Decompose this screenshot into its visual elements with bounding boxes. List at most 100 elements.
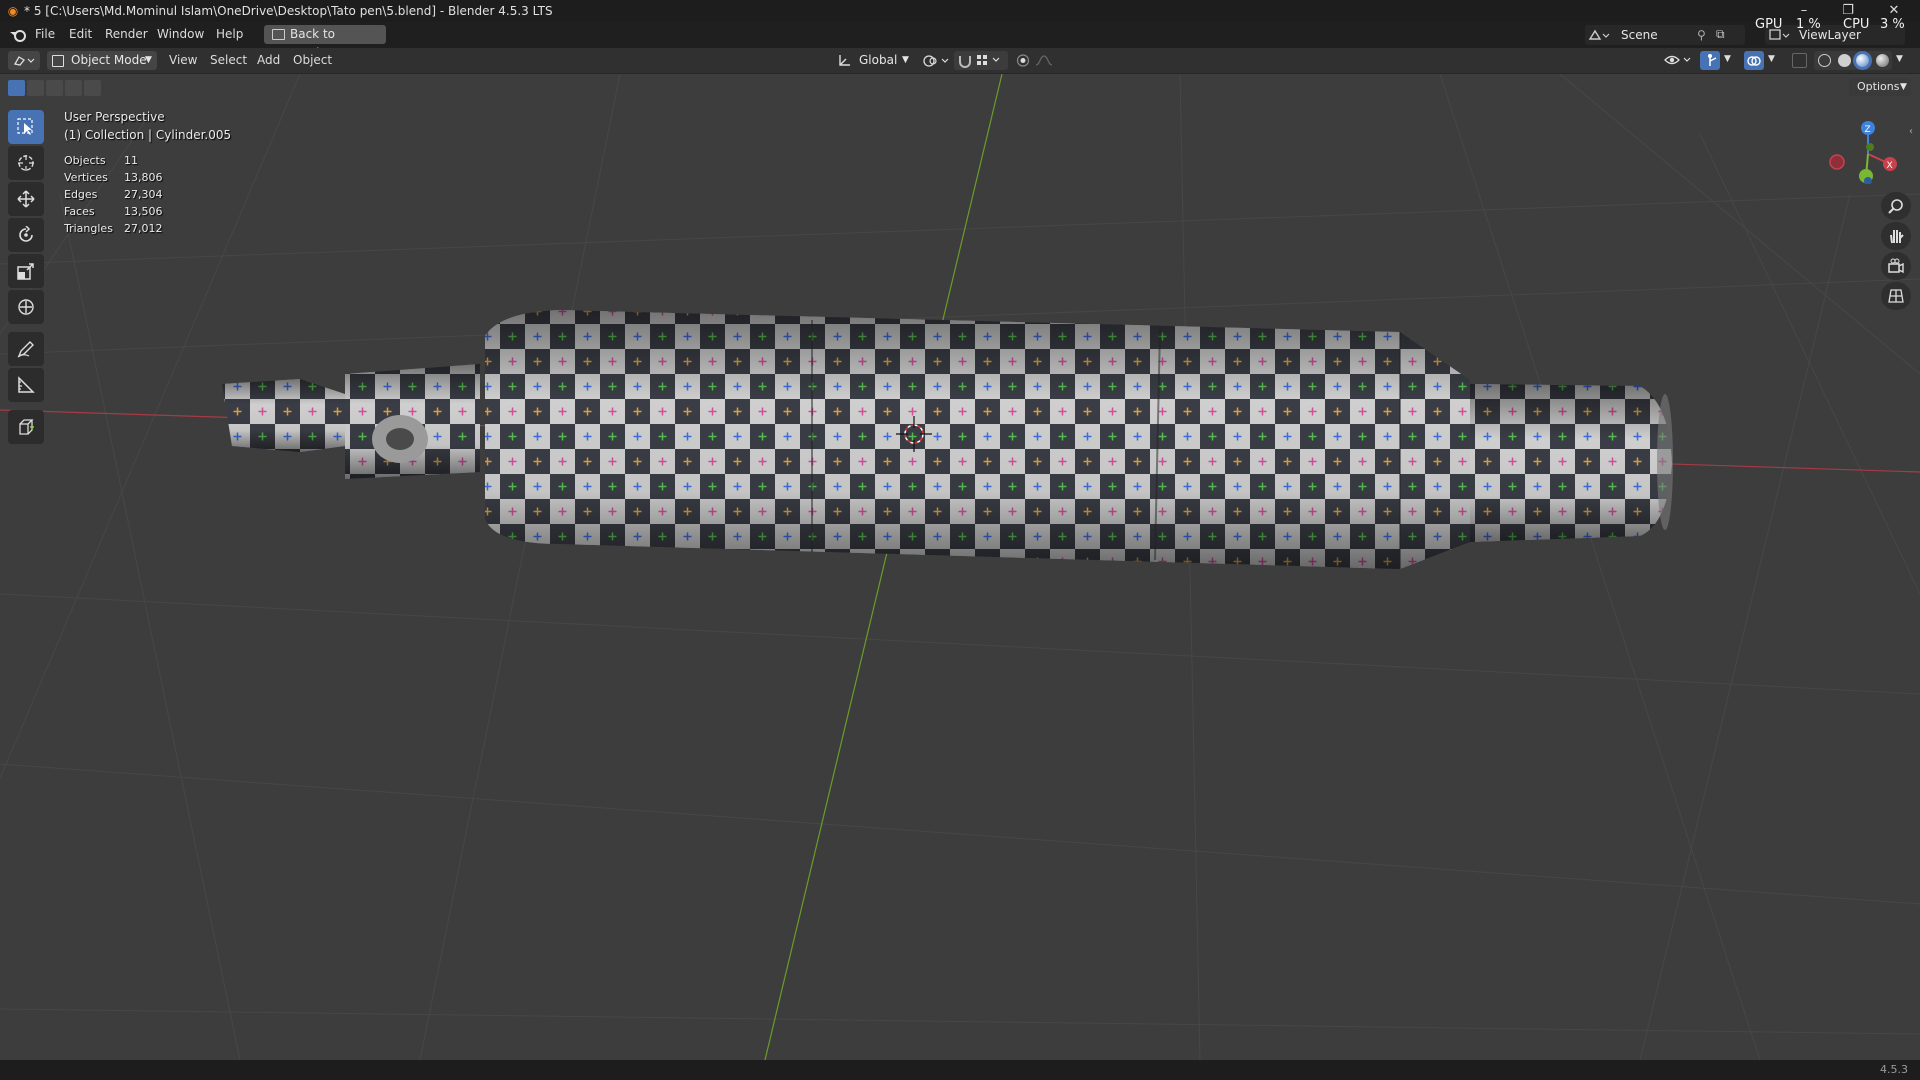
xray-toggle-icon[interactable] [1792,53,1807,68]
chevron-down-icon: ▼ [145,55,152,65]
snapping-group [954,51,1008,70]
scale-icon [17,263,34,280]
chevron-down-icon[interactable]: ▼ [1896,54,1903,64]
stat-row: Faces 13,506 [64,205,163,218]
menu-window[interactable]: Window [157,27,204,41]
3d-viewport-icon [13,56,35,66]
rotate-tool[interactable] [8,218,44,252]
menu-help[interactable]: Help [216,27,243,41]
title-bar: ◉ * 5 [C:\Users\Md.Mominul Islam\OneDriv… [0,0,1920,22]
overlays-toggle-button[interactable] [1744,51,1764,70]
version-label: 4.5.3 [1880,1063,1908,1076]
scene-selector[interactable]: Scene ⚲ ⧉ [1585,25,1745,45]
select-subtract-icon[interactable] [46,80,63,96]
blender-logo-icon[interactable] [9,27,27,43]
measure-tool[interactable] [8,368,44,402]
gizmo-neg-x-axis [1829,154,1845,170]
select-extend-icon[interactable] [27,80,44,96]
perspective-toggle-button[interactable] [1881,282,1911,310]
add-cube-tool[interactable] [8,410,44,444]
y-axis-line [764,74,1003,1060]
gizmo-neg-y-axis [1866,143,1874,151]
menu-file[interactable]: File [35,27,55,41]
pen-tip-mesh [222,364,480,479]
menu-select[interactable]: Select [210,53,247,67]
annotate-tool[interactable] [8,332,44,366]
object-mode-icon [52,55,64,67]
floor-grid [0,74,1920,1060]
cursor-icon [18,155,34,171]
view-perspective-label: User Perspective [64,110,165,124]
solid-shading-icon[interactable] [1838,54,1851,67]
cpu-label: CPU [1843,17,1870,32]
menu-add[interactable]: Add [257,53,280,67]
pin-icon[interactable]: ⚲ [1697,25,1706,45]
stat-row: Vertices 13,806 [64,171,163,184]
scene-icon [1588,29,1610,40]
chevron-down-icon[interactable]: ▼ [1768,54,1775,64]
pivot-point-icon[interactable] [922,54,950,68]
scale-tool[interactable] [8,254,44,288]
cursor-tool[interactable] [8,146,44,180]
chevron-down-icon: ▼ [902,55,909,65]
camera-view-button[interactable] [1881,252,1911,280]
menu-view[interactable]: View [169,53,197,67]
zoom-icon [1888,199,1903,214]
gizmo-icon [1708,54,1717,66]
navigation-gizmo[interactable]: Z X [1820,114,1900,184]
stat-row: Edges 27,304 [64,188,163,201]
pen-body-mesh [485,310,1470,569]
orientation-icon [839,55,850,66]
zoom-button[interactable] [1881,192,1911,220]
window-title: * 5 [C:\Users\Md.Mominul Islam\OneDrive\… [24,4,553,18]
overlays-icon [1747,56,1761,66]
proportional-editing-icon[interactable] [1016,53,1062,68]
svg-text:Z: Z [1865,125,1871,135]
gpu-value: 1 % [1796,17,1821,32]
select-box-icon [17,118,33,135]
wireframe-shading-icon[interactable] [1818,54,1831,67]
back-to-previous-button[interactable]: Back to Previous [264,25,386,60]
move-icon [17,190,35,208]
material-preview-icon[interactable] [1856,54,1869,67]
select-new-icon[interactable] [8,80,25,96]
mode-dropdown[interactable]: Object Mode ▼ [47,51,157,70]
camera-icon [1888,258,1904,274]
menu-edit[interactable]: Edit [69,27,92,41]
measure-icon [18,376,35,393]
chevron-down-icon: ▼ [1900,82,1907,92]
options-dropdown[interactable]: Options ▼ [1849,78,1911,96]
menu-render[interactable]: Render [105,27,148,41]
gizmo-toggle-button[interactable] [1700,51,1720,70]
pan-button[interactable] [1881,222,1911,250]
snap-increment-icon[interactable] [976,54,1006,67]
rendered-shading-icon[interactable] [1876,54,1889,67]
top-menu-bar: File Edit Render Window Help Back to Pre… [0,17,1920,60]
stat-row: Objects 11 [64,154,138,167]
sidebar-toggle-icon[interactable]: ‹ [1909,126,1913,137]
menu-object[interactable]: Object [293,53,332,67]
viewport-header: Object Mode ▼ View Select Add Object Glo… [0,48,1920,74]
selection-mode-group [8,80,104,98]
select-invert-icon[interactable] [65,80,82,96]
screen-icon [272,29,285,40]
new-scene-icon[interactable]: ⧉ [1716,24,1725,44]
visibility-eye-icon[interactable] [1664,53,1694,68]
add-cube-icon [19,419,34,435]
3d-viewport[interactable]: Options ▼ User Perspective (1) Collectio… [0,74,1920,1060]
viewport-canvas[interactable] [0,74,1920,1060]
hand-icon [1890,230,1904,244]
svg-text:X: X [1887,161,1893,171]
snap-magnet-icon[interactable] [957,53,973,68]
active-object-label: (1) Collection | Cylinder.005 [64,128,232,142]
stat-row: Triangles 27,012 [64,222,163,235]
gpu-label: GPU [1755,17,1783,32]
select-intersect-icon[interactable] [84,80,101,96]
editor-type-dropdown[interactable] [8,51,40,70]
annotate-icon [17,341,34,358]
transform-orientation-dropdown[interactable]: Global ▼ [836,51,914,70]
move-tool[interactable] [8,182,44,216]
select-box-tool[interactable] [8,110,44,144]
transform-tool[interactable] [8,290,44,324]
chevron-down-icon[interactable]: ▼ [1724,54,1731,64]
